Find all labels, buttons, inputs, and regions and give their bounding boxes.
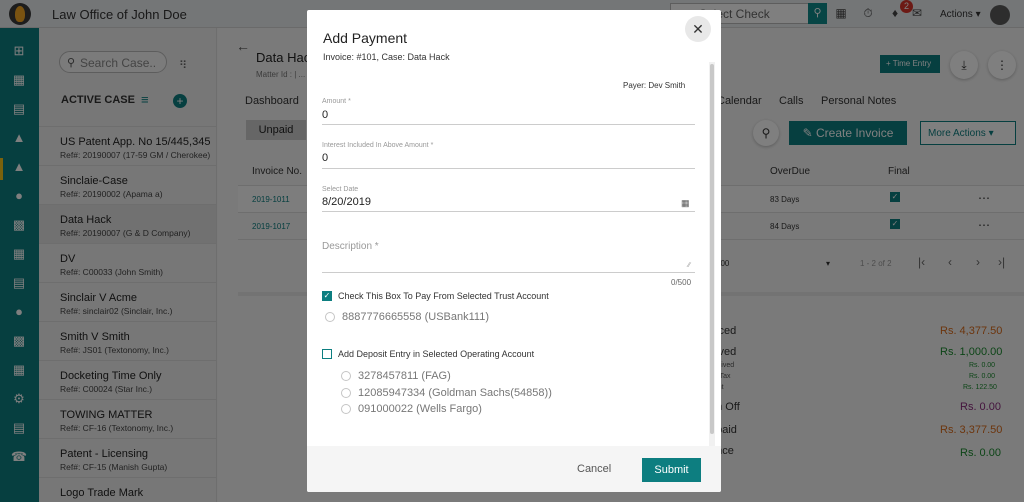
- cancel-button[interactable]: Cancel: [577, 463, 611, 475]
- char-count: 0/500: [671, 278, 692, 287]
- operating-account-radio[interactable]: [341, 371, 351, 381]
- resize-handle-icon[interactable]: ∕∕: [688, 262, 690, 269]
- operating-account-radio[interactable]: [341, 404, 351, 414]
- amount-underline: [322, 124, 695, 125]
- payer-name: Payer: Dev Smith: [623, 81, 686, 90]
- trust-account-checkbox[interactable]: ✓: [322, 291, 332, 301]
- deposit-entry-checkbox[interactable]: [322, 349, 332, 359]
- modal-footer: Cancel Submit: [307, 446, 721, 492]
- description-textarea[interactable]: Description *: [322, 241, 379, 252]
- operating-account-option: 091000022 (Wells Fargo): [358, 403, 482, 415]
- modal-scrollbar-thumb[interactable]: [710, 64, 714, 434]
- date-input[interactable]: 8/20/2019: [322, 196, 371, 208]
- interest-underline: [322, 168, 695, 169]
- interest-label: Interest Included In Above Amount *: [322, 142, 434, 149]
- amount-input[interactable]: 0: [322, 109, 328, 121]
- trust-account-option: 8887776665558 (USBank111): [342, 311, 489, 323]
- deposit-entry-checkbox-label: Add Deposit Entry in Selected Operating …: [338, 349, 535, 359]
- modal-title: Add Payment: [323, 30, 408, 46]
- trust-account-radio[interactable]: [325, 312, 335, 322]
- description-underline: [322, 272, 695, 273]
- operating-account-radio[interactable]: [341, 388, 351, 398]
- date-label: Select Date: [322, 186, 359, 193]
- operating-account-option: 12085947334 (Goldman Sachs(54858)): [358, 387, 552, 399]
- trust-account-checkbox-label: Check This Box To Pay From Selected Trus…: [338, 291, 549, 301]
- calendar-icon[interactable]: ▦: [681, 198, 690, 209]
- date-underline: [322, 211, 695, 212]
- interest-input[interactable]: 0: [322, 152, 328, 164]
- add-payment-modal: Add Payment Invoice: #101, Case: Data Ha…: [307, 10, 721, 492]
- close-icon[interactable]: ✕: [685, 16, 711, 42]
- submit-button[interactable]: Submit: [642, 458, 701, 482]
- modal-subtitle: Invoice: #101, Case: Data Hack: [323, 52, 450, 62]
- operating-account-option: 3278457811 (FAG): [358, 370, 451, 382]
- amount-label: Amount *: [322, 98, 351, 105]
